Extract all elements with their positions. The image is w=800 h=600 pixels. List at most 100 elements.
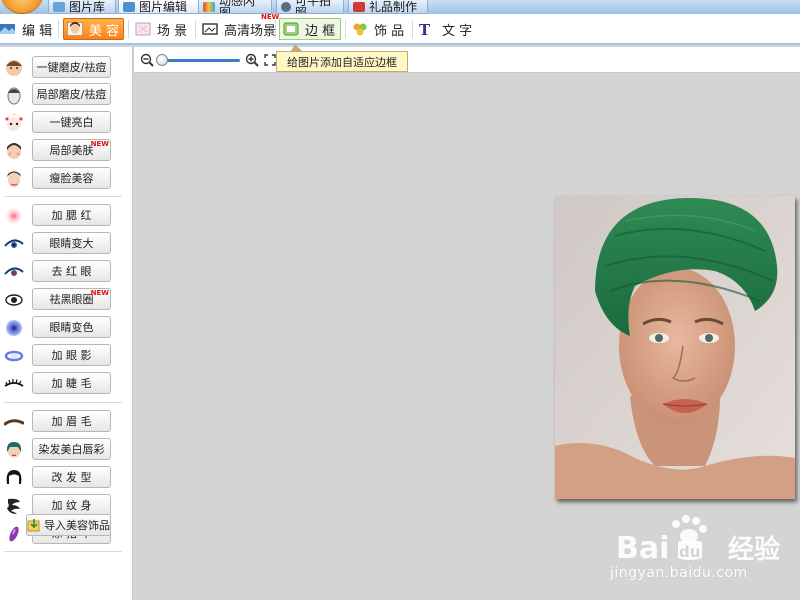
tool-button-label: 加 纹 身: [51, 499, 92, 512]
beauty-face-icon: [66, 21, 84, 37]
add-eyebrow-button[interactable]: 加 眉 毛: [32, 410, 111, 432]
red-eye-icon: [4, 262, 24, 282]
add-eye-shadow-button[interactable]: 加 眼 影: [32, 344, 111, 366]
new-badge: NEW: [90, 140, 109, 148]
top-tab-bar: 图片库 图片编辑 动感闪图 可牛拍照 礼品制作: [0, 0, 800, 14]
zoom-slider-track[interactable]: [158, 59, 240, 62]
svg-text:经验: 经验: [728, 534, 780, 564]
add-eyelash-button[interactable]: 加 睫 毛: [32, 372, 111, 394]
skin-face-icon: [4, 141, 24, 161]
tool-row: 瘦脸美容: [0, 167, 133, 191]
tool-tab-label: 文 字: [442, 23, 473, 39]
hd-scene-icon: [202, 22, 218, 36]
slim-face-icon: [4, 169, 24, 189]
tool-button-label: 局部美肤: [49, 144, 94, 157]
add-blush-button[interactable]: 加 腮 红: [32, 204, 111, 226]
tool-button-label: 局部磨皮/祛痘: [36, 88, 107, 101]
tab-separator: [58, 20, 59, 38]
svg-text:du: du: [679, 543, 700, 561]
tool-tab-label: 编 辑: [22, 23, 53, 39]
tool-tab-hd-scene[interactable]: 高清场景 NEW: [199, 14, 279, 40]
change-hairstyle-button[interactable]: 改 发 型: [32, 466, 111, 488]
hairstyle-icon: [4, 468, 24, 488]
tab-separator: [275, 20, 276, 38]
text-icon: T: [418, 21, 434, 39]
local-smooth-button[interactable]: 局部磨皮/祛痘: [32, 83, 111, 105]
edited-photo[interactable]: [555, 196, 795, 499]
tab-image-library[interactable]: 图片库: [48, 0, 116, 14]
local-skin-beauty-button[interactable]: 局部美肤 NEW: [32, 139, 111, 161]
tab-separator: [345, 20, 346, 38]
tool-tab-label: 场 景: [157, 23, 188, 39]
tool-button-label: 眼睛变大: [49, 237, 94, 250]
change-eye-color-button[interactable]: 眼睛变色: [32, 316, 111, 338]
import-beauty-ornament-button[interactable]: 导入美容饰品: [26, 514, 111, 536]
tool-tab-label: 饰 品: [374, 23, 405, 39]
canvas-toolbar: [134, 47, 800, 73]
hair-dye-lip-button[interactable]: 染发美白唇彩: [32, 438, 111, 460]
tab-label: 动感闪图: [219, 0, 256, 14]
tool-tab-beauty[interactable]: 美 容: [63, 18, 124, 40]
tool-row: 一键亮白: [0, 111, 133, 135]
tool-row: 改 发 型: [0, 466, 133, 490]
svg-text:T: T: [419, 22, 431, 36]
tab-flash-animation[interactable]: 动感闪图: [198, 0, 272, 14]
flash-animation-icon: [203, 1, 215, 12]
tab-label: 图片库: [69, 0, 106, 14]
nail-polish-icon: [4, 524, 24, 544]
fit-to-window-icon[interactable]: [264, 54, 276, 66]
eye-shadow-icon: [4, 346, 24, 366]
beauty-tools-panel: 一键磨皮/祛痘 局部磨皮/祛痘 一键亮白 局部美肤 NEW 瘦脸美容 加 腮 红…: [0, 47, 133, 600]
tool-tab-scene[interactable]: 场 景: [132, 18, 187, 40]
add-tattoo-button[interactable]: 加 纹 身: [32, 494, 111, 516]
tool-row: 去 红 眼: [0, 260, 133, 284]
zoom-out-icon[interactable]: [140, 53, 154, 67]
tool-tab-label: 美 容: [89, 23, 120, 39]
tool-button-label: 染发美白唇彩: [38, 443, 105, 456]
tool-tab-edit[interactable]: 编 辑: [0, 18, 52, 40]
one-click-smooth-button[interactable]: 一键磨皮/祛痘: [32, 56, 111, 78]
tool-tab-text[interactable]: T 文 字: [416, 18, 472, 40]
tab-separator: [195, 20, 196, 38]
remove-red-eye-button[interactable]: 去 红 眼: [32, 260, 111, 282]
tool-row: 眼睛变大: [0, 232, 133, 256]
import-button-label: 导入美容饰品: [44, 519, 110, 532]
tool-tab-label: 边 框: [305, 23, 336, 39]
tool-button-label: 改 发 型: [51, 471, 92, 484]
tool-button-label: 去 红 眼: [51, 265, 92, 278]
tab-camera[interactable]: 可牛拍照: [276, 0, 344, 14]
one-click-whiten-button[interactable]: 一键亮白: [32, 111, 111, 133]
tool-button-label: 加 腮 红: [51, 209, 92, 222]
edit-icon: [0, 22, 16, 36]
eye-enlarge-icon: [4, 234, 24, 254]
image-library-icon: [53, 1, 65, 12]
group-divider: [4, 551, 122, 552]
baidu-jingyan-logo: Bai 经验 du: [616, 514, 796, 566]
tool-tab-frame[interactable]: 边 框: [279, 18, 341, 40]
tab-label: 可牛拍照: [295, 0, 332, 14]
tool-row: 染发美白唇彩: [0, 438, 133, 462]
zoom-slider-thumb[interactable]: [156, 54, 168, 66]
face-smooth-icon: [4, 58, 24, 78]
tool-button-label: 祛黑眼圈: [49, 293, 94, 306]
tab-gift-making[interactable]: 礼品制作: [348, 0, 428, 14]
remove-dark-circles-button[interactable]: 祛黑眼圈 NEW: [32, 288, 111, 310]
tattoo-icon: [4, 496, 24, 516]
tool-button-label: 一键亮白: [49, 116, 94, 129]
zoom-in-icon[interactable]: [245, 53, 259, 67]
app-menu-orb[interactable]: [0, 0, 44, 14]
slim-face-button[interactable]: 瘦脸美容: [32, 167, 111, 189]
tool-tab-ornament[interactable]: 饰 品: [349, 18, 404, 40]
scene-icon: [135, 22, 151, 36]
tool-button-label: 加 睫 毛: [51, 377, 92, 390]
tool-row: 一键磨皮/祛痘: [0, 56, 133, 80]
portrait-image: [555, 196, 795, 499]
new-badge: NEW: [261, 13, 280, 21]
tab-label: 礼品制作: [369, 0, 418, 14]
tab-image-edit[interactable]: 图片编辑: [118, 0, 200, 14]
tool-row: 加 眼 影: [0, 344, 133, 368]
app-window: 图片库 图片编辑 动感闪图 可牛拍照 礼品制作 编 辑 美 容 场 景 高清场景…: [0, 0, 800, 600]
tool-tab-label: 高清场景: [224, 23, 277, 39]
enlarge-eyes-button[interactable]: 眼睛变大: [32, 232, 111, 254]
tool-row: 加 眉 毛: [0, 410, 133, 434]
